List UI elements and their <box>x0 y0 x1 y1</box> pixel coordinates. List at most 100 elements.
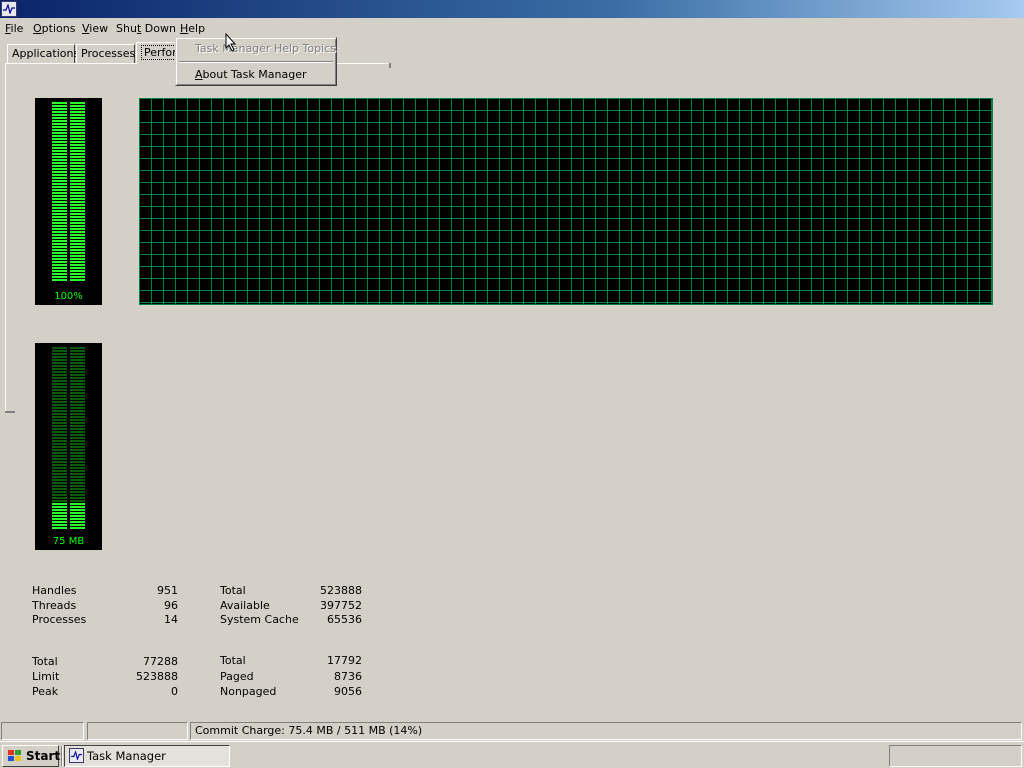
meter-segment <box>70 368 85 370</box>
meter-segment <box>52 353 67 355</box>
meter-segment <box>52 174 67 176</box>
meter-segment <box>52 222 67 224</box>
cpu-usage-history-graph <box>139 98 993 305</box>
menu-file[interactable]: File <box>5 21 23 36</box>
meter-segment <box>52 356 67 358</box>
task-manager-icon[interactable] <box>1 1 17 17</box>
meter-segment <box>52 276 67 278</box>
stat-label-threads: Threads <box>32 599 77 612</box>
taskbar-button-task-manager[interactable]: Task Manager <box>64 745 230 767</box>
meter-segment <box>70 240 85 242</box>
menu-item-about-task-manager[interactable]: About Task Manager <box>195 68 306 81</box>
meter-segment <box>70 171 85 173</box>
meter-segment <box>52 147 67 149</box>
tab-applications-label: Applications <box>12 47 80 60</box>
stat-label-commit-peak: Peak <box>32 685 59 698</box>
meter-segment <box>52 210 67 212</box>
meter-segment <box>70 485 85 487</box>
menu-help[interactable]: Help <box>180 21 205 36</box>
meter-segment <box>70 437 85 439</box>
meter-segment <box>52 201 67 203</box>
meter-segment <box>70 404 85 406</box>
meter-segment <box>70 497 85 499</box>
start-button[interactable]: Start <box>2 745 60 767</box>
meter-segment <box>70 216 85 218</box>
menu-item-help-topics[interactable]: Task Manager Help Topics <box>195 42 336 55</box>
cpu-meter-column-right <box>70 102 85 282</box>
menu-bar: File Options View Shut Down Help <box>0 19 1024 37</box>
meter-segment <box>52 503 67 505</box>
tab-applications[interactable]: Applications <box>7 44 79 63</box>
meter-segment <box>70 449 85 451</box>
meter-segment <box>70 219 85 221</box>
meter-segment <box>70 123 85 125</box>
meter-segment <box>70 395 85 397</box>
stat-value-physical-available: 397752 <box>320 599 362 612</box>
meter-segment <box>70 267 85 269</box>
meter-segment <box>70 111 85 113</box>
meter-segment <box>70 237 85 239</box>
meter-segment <box>70 401 85 403</box>
meter-segment <box>52 449 67 451</box>
meter-segment <box>70 443 85 445</box>
status-pane-processes <box>1 722 84 740</box>
menu-separator <box>179 61 333 63</box>
meter-segment <box>52 464 67 466</box>
meter-segment <box>70 159 85 161</box>
meter-segment <box>52 506 67 508</box>
meter-segment <box>70 419 85 421</box>
meter-segment <box>52 279 67 281</box>
meter-segment <box>70 461 85 463</box>
meter-segment <box>70 243 85 245</box>
meter-segment <box>70 359 85 361</box>
meter-segment <box>52 231 67 233</box>
meter-segment <box>52 374 67 376</box>
meter-segment <box>52 413 67 415</box>
meter-segment <box>70 398 85 400</box>
menu-options[interactable]: Options <box>33 21 75 36</box>
meter-segment <box>52 114 67 116</box>
title-bar[interactable] <box>0 0 1024 18</box>
meter-segment <box>52 255 67 257</box>
meter-segment <box>70 213 85 215</box>
menu-view[interactable]: View <box>82 21 108 36</box>
meter-segment <box>70 198 85 200</box>
meter-segment <box>70 464 85 466</box>
meter-segment <box>70 138 85 140</box>
meter-segment <box>52 156 67 158</box>
meter-segment <box>52 404 67 406</box>
meter-segment <box>52 515 67 517</box>
meter-segment <box>70 150 85 152</box>
tab-performance[interactable]: Perforr <box>136 42 184 64</box>
meter-segment <box>70 347 85 349</box>
meter-segment <box>52 446 67 448</box>
meter-segment <box>52 368 67 370</box>
menu-shut-down[interactable]: Shut Down <box>116 21 176 36</box>
meter-segment <box>52 410 67 412</box>
meter-segment <box>52 524 67 526</box>
tab-processes[interactable]: Processes <box>76 44 135 63</box>
meter-segment <box>70 147 85 149</box>
meter-segment <box>52 398 67 400</box>
meter-segment <box>70 416 85 418</box>
meter-segment <box>52 386 67 388</box>
meter-segment <box>70 105 85 107</box>
status-bar: Commit Charge: 75.4 MB / 511 MB (14%) <box>0 721 1024 741</box>
meter-segment <box>70 455 85 457</box>
meter-segment <box>52 120 67 122</box>
meter-segment <box>52 243 67 245</box>
meter-segment <box>52 347 67 349</box>
meter-segment <box>52 377 67 379</box>
system-tray[interactable] <box>889 745 1022 767</box>
meter-segment <box>70 270 85 272</box>
meter-segment <box>70 120 85 122</box>
meter-segment <box>52 461 67 463</box>
meter-segment <box>70 380 85 382</box>
meter-segment <box>52 177 67 179</box>
meter-segment <box>52 225 67 227</box>
meter-segment <box>70 503 85 505</box>
meter-segment <box>70 392 85 394</box>
meter-segment <box>70 192 85 194</box>
meter-segment <box>52 509 67 511</box>
meter-segment <box>52 273 67 275</box>
